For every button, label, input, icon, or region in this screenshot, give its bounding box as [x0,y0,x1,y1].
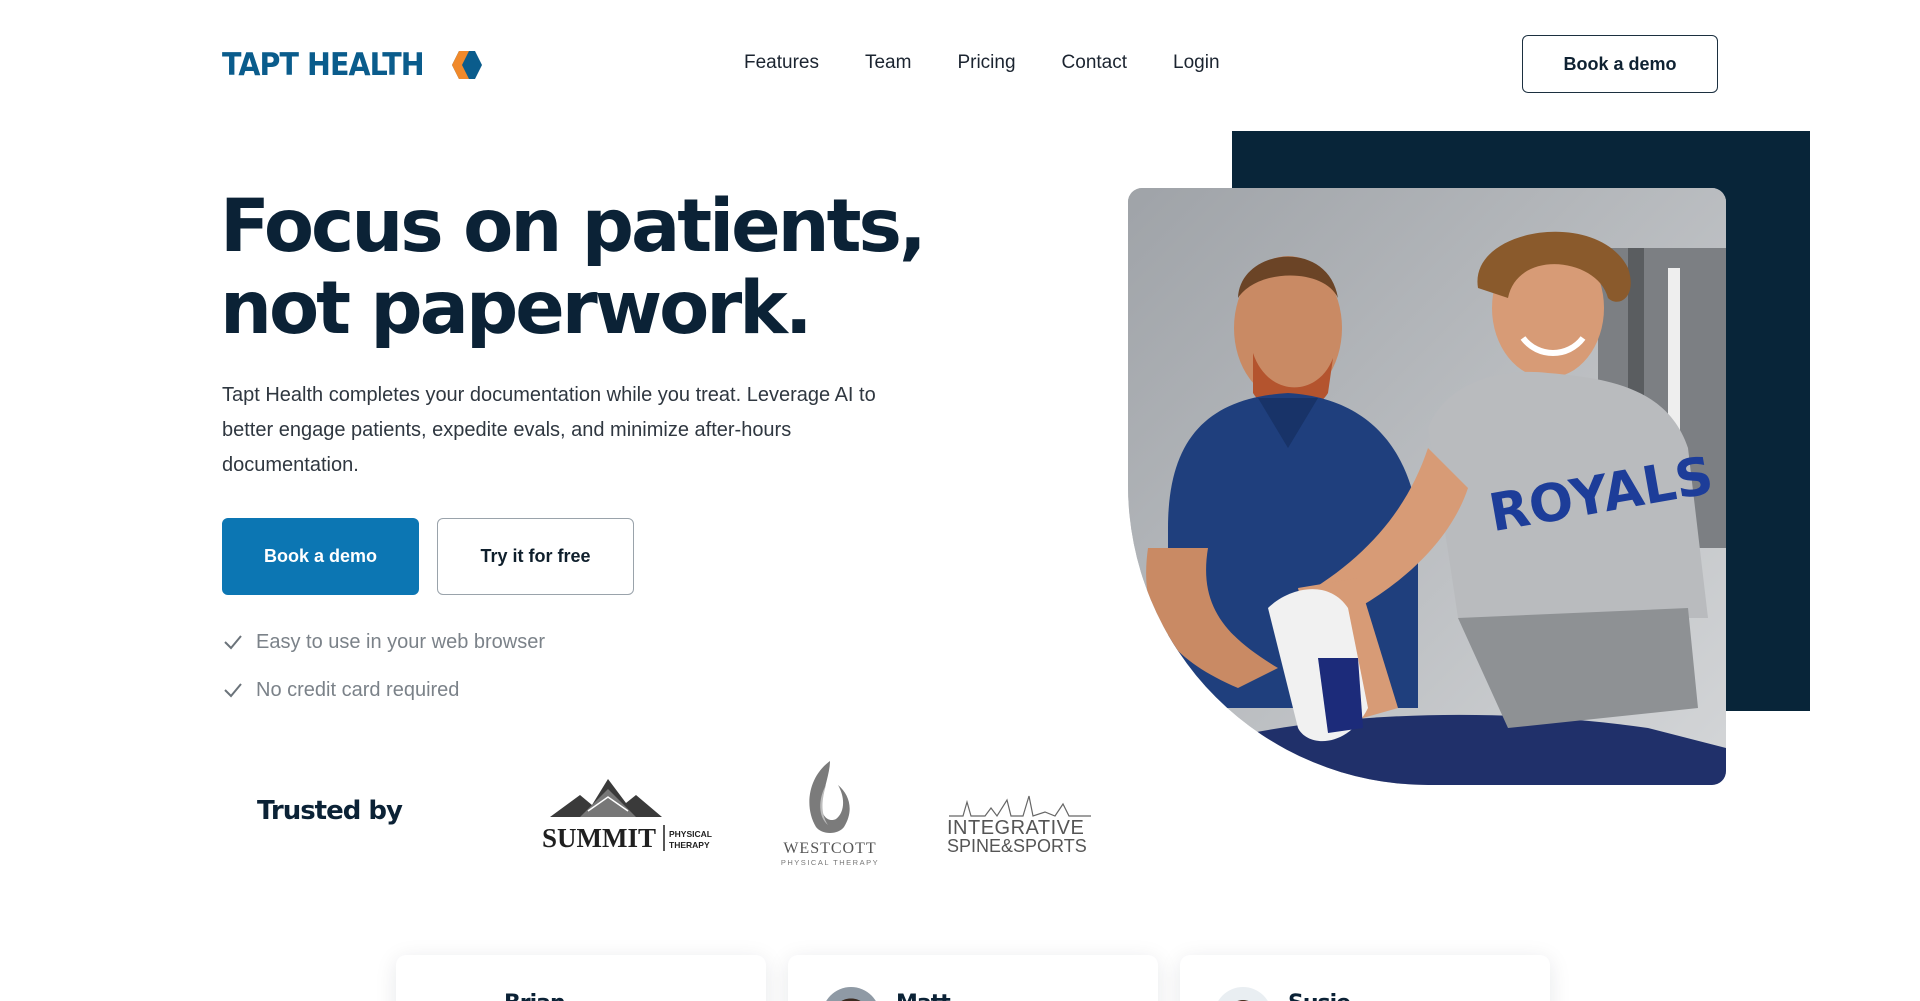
nav-features[interactable]: Features [744,52,819,74]
headline-line-1: Focus on patients, [220,184,927,269]
therapist-with-patient-image: ROYALS [1128,188,1726,785]
check-item: Easy to use in your web browser [222,618,545,666]
nav-login[interactable]: Login [1173,52,1220,74]
checkmark-icon [224,683,242,698]
testimonial-name: Brian [504,991,566,1001]
hero-headline: Focus on patients, not paperwork. [220,184,927,351]
headline-line-2: not paperwork. [220,266,813,351]
hero-book-demo-button[interactable]: Book a demo [222,518,419,595]
summit-logo-subtext: PHYSICAL [669,829,712,839]
testimonial-name: Susie [1288,991,1351,1001]
check-text: Easy to use in your web browser [256,630,546,653]
westcott-physical-therapy-logo: WESTCOTT PHYSICAL THERAPY [781,761,879,867]
try-free-button[interactable]: Try it for free [437,518,634,595]
nav-contact[interactable]: Contact [1062,52,1127,74]
brand-logo[interactable]: TAPT HEALTH [222,47,483,83]
svg-text:THERAPY: THERAPY [669,840,710,850]
hero-photo: ROYALS [1128,188,1726,785]
testimonial-cards: Brian Matt Susie [396,955,1550,1001]
testimonial-card: Matt [788,955,1158,1001]
nav-pricing[interactable]: Pricing [957,52,1015,74]
nav-team[interactable]: Team [865,52,911,74]
feature-checklist: Easy to use in your web browser No credi… [222,618,545,714]
trusted-by-label: Trusted by [257,796,403,826]
integrative-logo-subtext: SPINE&SPORTS [947,836,1087,856]
summit-logo-text: SUMMIT [542,823,656,853]
header-book-demo-button[interactable]: Book a demo [1522,35,1718,93]
testimonial-card: Brian [396,955,766,1001]
avatar [430,987,488,1001]
testimonial-name: Matt [896,991,951,1001]
integrative-spine-sports-logo: INTEGRATIVE SPINE&SPORTS [947,795,1091,856]
checkmark-icon [224,635,242,650]
summit-physical-therapy-logo: SUMMIT PHYSICAL THERAPY [542,779,712,853]
avatar [822,987,880,1001]
avatar [1214,987,1272,1001]
hexagon-logo-icon [451,50,483,80]
check-text: No credit card required [256,678,460,701]
westcott-logo-text: WESTCOTT [783,840,876,857]
svg-text:PHYSICAL THERAPY: PHYSICAL THERAPY [781,858,879,867]
brand-name: TAPT HEALTH [222,47,425,83]
testimonial-card: Susie [1180,955,1550,1001]
hero-description: Tapt Health completes your documentation… [222,384,876,476]
main-nav: Features Team Pricing Contact Login [744,52,1220,74]
check-item: No credit card required [222,666,545,714]
